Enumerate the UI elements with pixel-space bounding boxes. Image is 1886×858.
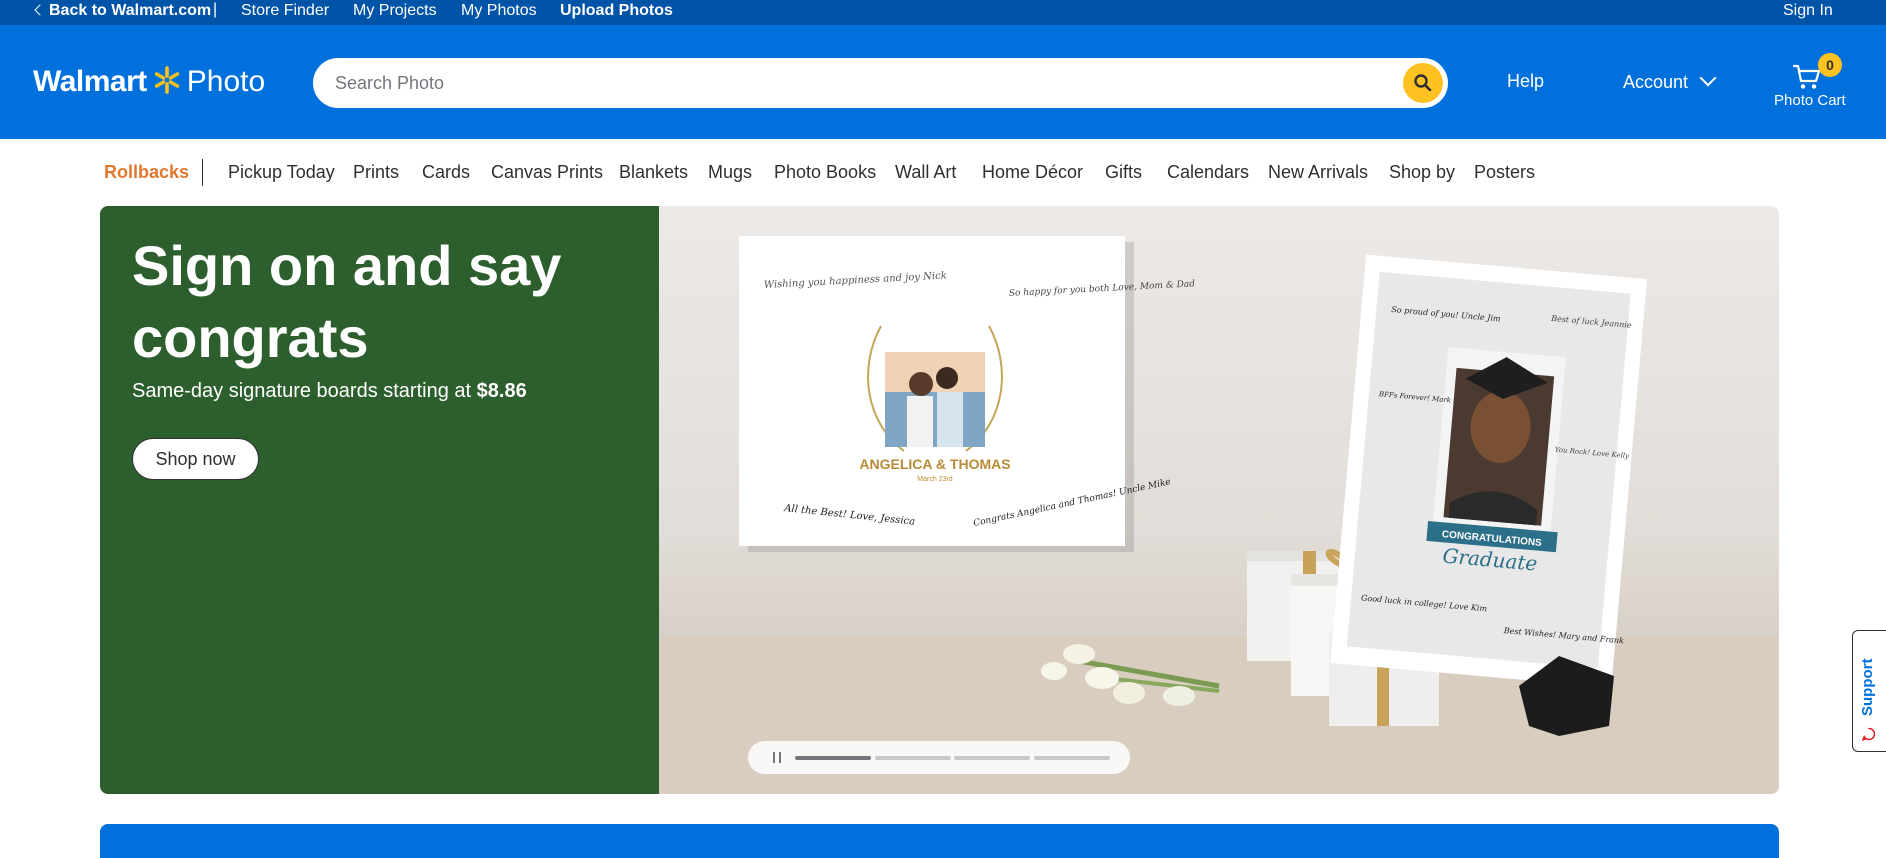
nav-divider <box>202 159 203 186</box>
promo-banner <box>100 824 1779 858</box>
spark-icon <box>154 66 179 94</box>
nav-item-shop-by[interactable]: Shop by <box>1389 162 1455 183</box>
help-link[interactable]: Help <box>1507 71 1544 92</box>
store-finder-link[interactable]: Store Finder <box>241 2 329 20</box>
photo-cart-button[interactable]: 0 Photo Cart <box>1774 53 1874 115</box>
carousel-slide-4[interactable] <box>1034 756 1110 760</box>
support-label: Support <box>1859 658 1876 717</box>
search-input[interactable] <box>335 58 1375 108</box>
pause-icon[interactable] <box>773 752 781 763</box>
logo-walmart-text: Walmart <box>33 65 147 98</box>
nav-item-cards[interactable]: Cards <box>422 162 470 183</box>
carousel-slide-1[interactable] <box>795 756 871 760</box>
wedding-signature-board: ANGELICA & THOMAS March 23rd Wishing you… <box>739 236 1196 552</box>
board1-date: March 23rd <box>917 476 953 483</box>
account-menu[interactable]: Account <box>1623 69 1717 93</box>
utility-bar: Back to Walmart.com | Store Finder My Pr… <box>0 0 1886 25</box>
nav-item-home-decor[interactable]: Home Décor <box>982 162 1083 183</box>
logo-photo-text: Photo <box>186 65 266 98</box>
carousel-controls <box>748 741 1130 774</box>
hero-subtitle-text: Same-day signature boards starting at <box>132 380 477 402</box>
nav-item-photo-books[interactable]: Photo Books <box>774 162 876 183</box>
signature-boards-illustration: ANGELICA & THOMAS March 23rd Wishing you… <box>659 236 1779 794</box>
hero-carousel: Sign on and say congrats Same-day signat… <box>100 206 1779 794</box>
upload-photos-link[interactable]: Upload Photos <box>560 2 673 20</box>
carousel-slide-3[interactable] <box>954 756 1030 760</box>
support-tab[interactable]: Support <box>1852 630 1886 752</box>
my-photos-link[interactable]: My Photos <box>461 2 537 20</box>
board1-names: ANGELICA & THOMAS <box>859 456 1010 472</box>
hero-text-panel: Sign on and say congrats Same-day signat… <box>100 206 659 794</box>
nav-item-pickup-today[interactable]: Pickup Today <box>228 162 335 183</box>
cart-label: Photo Cart <box>1774 92 1846 109</box>
chat-icon <box>1862 727 1876 741</box>
shop-now-button[interactable]: Shop now <box>132 438 259 480</box>
nav-item-prints[interactable]: Prints <box>353 162 399 183</box>
graduation-signature-board: CONGRATULATIONS Graduate So proud of you… <box>1330 254 1648 688</box>
hero-title: Sign on and say congrats <box>132 234 562 369</box>
nav-item-blankets[interactable]: Blankets <box>619 162 688 183</box>
hero-image[interactable]: ANGELICA & THOMAS March 23rd Wishing you… <box>659 206 1779 794</box>
nav-item-mugs[interactable]: Mugs <box>708 162 752 183</box>
nav-item-wall-art[interactable]: Wall Art <box>895 162 956 183</box>
cart-count-badge: 0 <box>1818 53 1842 77</box>
chevron-left-icon <box>34 4 46 16</box>
back-to-walmart-link[interactable]: Back to Walmart.com <box>34 2 212 20</box>
walmart-photo-logo[interactable]: Walmart Photo <box>33 65 265 99</box>
search-button[interactable] <box>1403 63 1443 103</box>
carousel-slide-2[interactable] <box>875 756 951 760</box>
search-icon <box>1414 74 1432 92</box>
sign-in-link[interactable]: Sign In <box>1783 2 1833 20</box>
account-label: Account <box>1623 72 1689 92</box>
nav-item-gifts[interactable]: Gifts <box>1105 162 1142 183</box>
nav-item-new-arrivals[interactable]: New Arrivals <box>1268 162 1368 183</box>
site-header: Walmart Photo Help Account <box>0 25 1886 139</box>
nav-item-posters[interactable]: Posters <box>1474 162 1535 183</box>
nav-item-canvas-prints[interactable]: Canvas Prints <box>491 162 603 183</box>
nav-item-rollbacks[interactable]: Rollbacks <box>104 162 189 183</box>
utility-separator: | <box>213 1 218 18</box>
hero-subtitle: Same-day signature boards starting at $8… <box>132 380 527 403</box>
back-to-walmart-label: Back to Walmart.com <box>49 2 212 19</box>
my-projects-link[interactable]: My Projects <box>353 2 437 20</box>
category-nav: Rollbacks Pickup Today Prints Cards Canv… <box>0 139 1886 206</box>
chevron-down-icon <box>1699 69 1717 87</box>
hero-price: $8.86 <box>476 380 527 402</box>
search-bar <box>313 58 1448 108</box>
nav-item-calendars[interactable]: Calendars <box>1167 162 1249 183</box>
